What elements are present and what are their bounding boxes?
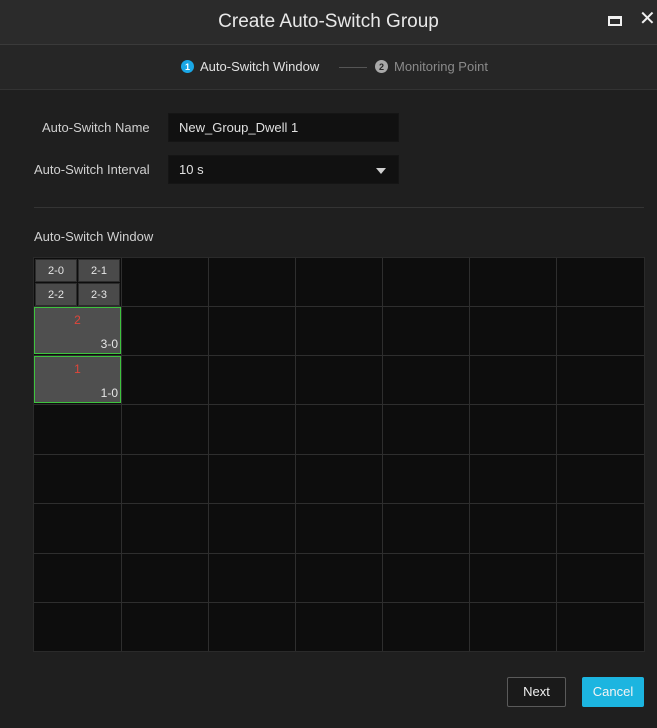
grid-cell-2-0[interactable]: 2-0 (35, 259, 77, 282)
title-bar: Create Auto-Switch Group ✕ (0, 0, 657, 45)
auto-switch-window-title: Auto-Switch Window (34, 229, 154, 244)
window-order-number: 2 (74, 313, 81, 327)
grid-line (34, 454, 644, 455)
grid-line (34, 503, 644, 504)
auto-switch-name-input[interactable]: New_Group_Dwell 1 (168, 113, 399, 142)
auto-switch-interval-label: Auto-Switch Interval (34, 162, 150, 177)
step-number-badge: 1 (181, 60, 194, 73)
close-icon[interactable]: ✕ (639, 9, 656, 29)
grid-cell-2-3[interactable]: 2-3 (78, 283, 120, 306)
cancel-button[interactable]: Cancel (582, 677, 644, 707)
step-connector (339, 67, 367, 68)
step-number-badge: 2 (375, 60, 388, 73)
window-grid[interactable]: 2-0 2-1 2-2 2-3 2 3-0 1 1-0 (33, 257, 645, 652)
grid-cell-2-1[interactable]: 2-1 (78, 259, 120, 282)
step-monitoring-point: 2 Monitoring Point (375, 59, 488, 74)
step-label: Auto-Switch Window (200, 59, 320, 74)
dialog-title: Create Auto-Switch Group (218, 11, 439, 32)
chevron-down-icon[interactable] (376, 168, 386, 174)
window-id: 3-0 (100, 337, 118, 351)
step-auto-switch-window: 1 Auto-Switch Window (181, 59, 319, 74)
grid-line (34, 553, 644, 554)
grid-window-1-0[interactable]: 1 1-0 (34, 356, 121, 403)
grid-line (34, 355, 644, 356)
grid-line (34, 602, 644, 603)
grid-line (34, 306, 644, 307)
grid-cell-2-2[interactable]: 2-2 (35, 283, 77, 306)
window-order-number: 1 (74, 362, 81, 376)
interval-value: 10 s (179, 162, 204, 177)
grid-window-3-0[interactable]: 2 3-0 (34, 307, 121, 354)
grid-line (34, 404, 644, 405)
next-button[interactable]: Next (507, 677, 566, 707)
window-id: 1-0 (100, 386, 118, 400)
section-divider (34, 207, 644, 208)
maximize-icon[interactable] (608, 16, 622, 26)
step-indicator: 1 Auto-Switch Window 2 Monitoring Point (0, 45, 657, 90)
step-label: Monitoring Point (394, 59, 488, 74)
auto-switch-name-label: Auto-Switch Name (42, 120, 150, 135)
auto-switch-interval-select[interactable]: 10 s (168, 155, 399, 184)
